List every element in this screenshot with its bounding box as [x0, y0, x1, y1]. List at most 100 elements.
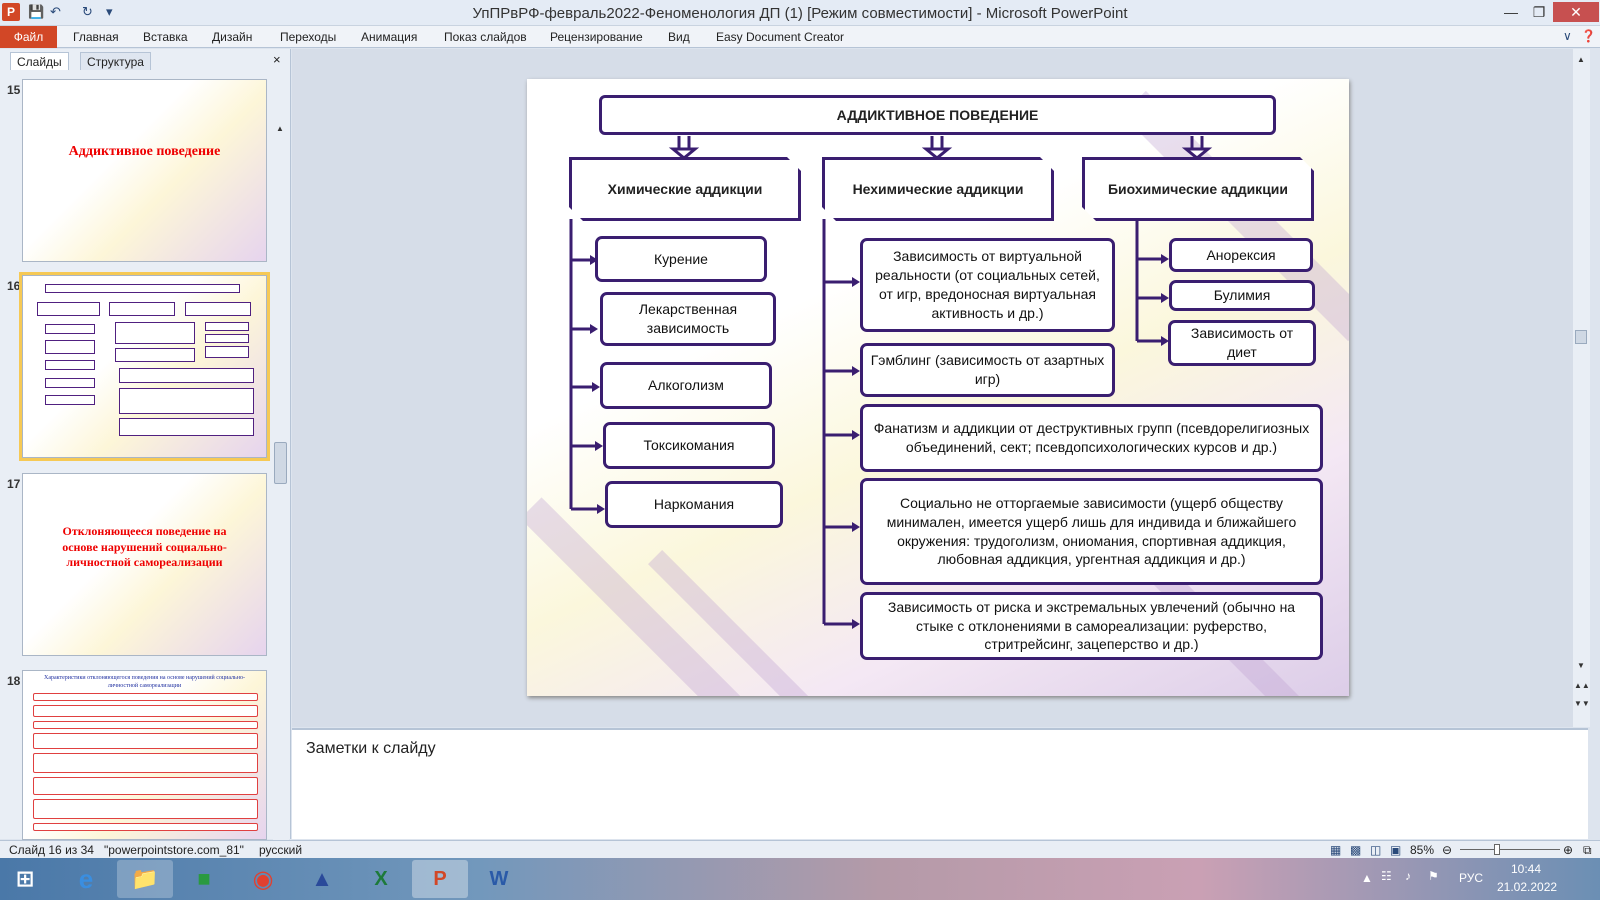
tab-slides[interactable]: Слайды [10, 52, 69, 70]
notes-pane[interactable]: Заметки к слайду [292, 728, 1588, 839]
help-icon[interactable]: ❓ [1581, 29, 1596, 43]
zoom-in-icon[interactable]: ⊕ [1563, 843, 1573, 857]
network-icon[interactable]: ☷ [1381, 869, 1392, 883]
normal-view-icon[interactable]: ▦ [1330, 843, 1341, 857]
title-bar: P 💾 ↶ ↻ ▾ УпПРвРФ-февраль2022-Феноменоло… [0, 0, 1600, 26]
mini-category [185, 302, 251, 316]
mini-box [119, 368, 254, 383]
slide-thumbnail-18[interactable]: Характеристики отклоняющегося поведения … [22, 670, 267, 840]
undo-icon[interactable]: ↶ [50, 4, 61, 20]
editor-scrollbar[interactable]: ▲ ▼ ▲▲ ▼▼ [1573, 49, 1590, 727]
slide-16[interactable]: АДДИКТИВНОЕ ПОВЕДЕНИЕ Химические аддикци… [527, 79, 1349, 696]
clock-time[interactable]: 10:44 [1511, 862, 1541, 876]
word-icon[interactable]: W [471, 860, 527, 898]
customize-qat-icon[interactable]: ▾ [106, 4, 113, 20]
mini-box [45, 324, 95, 334]
mini-box [45, 378, 95, 388]
powerpoint-icon[interactable]: P [412, 860, 468, 898]
tab-transitions[interactable]: Переходы [280, 30, 336, 44]
mini-box [33, 799, 258, 819]
window-title: УпПРвРФ-февраль2022-Феноменология ДП (1)… [472, 5, 1128, 22]
slides-scrollbar[interactable]: ▲ ▼ [273, 124, 289, 884]
previous-slide-icon[interactable]: ▲▲ [1574, 681, 1590, 690]
mini-box [33, 705, 258, 717]
mini-box [205, 346, 249, 358]
show-hidden-icons-icon[interactable]: ▲ [1361, 871, 1373, 885]
mini-box [205, 334, 249, 343]
theme-name[interactable]: "powerpointstore.com_81" [104, 843, 244, 857]
item-narcomania: Наркомания [605, 481, 783, 528]
flag-icon[interactable]: ⚑ [1428, 869, 1439, 883]
tab-design[interactable]: Дизайн [212, 30, 252, 44]
slideshow-icon[interactable]: ▣ [1390, 843, 1401, 857]
diagram-header: АДДИКТИВНОЕ ПОВЕДЕНИЕ [599, 95, 1276, 135]
slide-counter: Слайд 16 из 34 [9, 843, 94, 857]
clock-date[interactable]: 21.02.2022 [1497, 880, 1557, 894]
start-button[interactable]: ⊞ [0, 860, 50, 898]
powerpoint-app-icon[interactable]: P [2, 3, 20, 21]
app-icon[interactable]: ▲ [294, 860, 350, 898]
scrollbar-thumb[interactable] [1575, 330, 1587, 344]
chrome-icon[interactable]: ◉ [235, 860, 291, 898]
item-risk-dependence: Зависимость от риска и экстремальных увл… [860, 592, 1323, 660]
item-gambling: Гэмблинг (зависимость от азартных игр) [860, 343, 1115, 397]
item-smoking: Курение [595, 236, 767, 282]
tab-file[interactable]: Файл [0, 26, 57, 48]
item-toxicomania: Токсикомания [603, 422, 775, 469]
item-fanaticism: Фанатизм и аддикции от деструктивных гру… [860, 404, 1323, 472]
slide-thumbnail-16[interactable] [19, 272, 270, 461]
fit-to-window-icon[interactable]: ⧉ [1583, 843, 1592, 858]
item-virtual-reality-dependence: Зависимость от виртуальной реальности (о… [860, 238, 1115, 332]
zoom-out-icon[interactable]: ⊖ [1442, 843, 1452, 857]
save-icon[interactable]: 💾 [28, 4, 44, 20]
tab-animations[interactable]: Анимация [361, 30, 417, 44]
slide-number: 18 [7, 674, 21, 688]
thumbnail-title: Характеристики отклоняющегося поведения … [44, 675, 245, 689]
mini-category [37, 302, 100, 316]
restore-icon[interactable]: ❐ [1525, 2, 1553, 22]
next-slide-icon[interactable]: ▼▼ [1574, 699, 1590, 708]
tab-review[interactable]: Рецензирование [550, 30, 643, 44]
close-icon[interactable]: ✕ [1553, 2, 1599, 22]
minimize-icon[interactable]: — [1497, 2, 1525, 22]
tab-home[interactable]: Главная [73, 30, 119, 44]
mini-box [33, 721, 258, 729]
zoom-slider-thumb[interactable] [1494, 844, 1500, 855]
zoom-slider[interactable] [1460, 849, 1560, 850]
notes-placeholder[interactable]: Заметки к слайду [306, 740, 436, 758]
scroll-up-icon[interactable]: ▲ [273, 124, 287, 133]
tab-view[interactable]: Вид [668, 30, 690, 44]
explorer-icon[interactable]: 📁 [117, 860, 173, 898]
mini-box [119, 388, 254, 414]
reading-view-icon[interactable]: ◫ [1370, 843, 1381, 857]
excel-icon[interactable]: X [353, 860, 409, 898]
tab-easy-document-creator[interactable]: Easy Document Creator [716, 30, 844, 44]
zoom-level[interactable]: 85% [1410, 843, 1434, 857]
volume-icon[interactable]: ♪ [1405, 869, 1411, 883]
tab-outline[interactable]: Структура [80, 52, 151, 70]
scroll-up-icon[interactable]: ▲ [1574, 55, 1588, 64]
category-biochemical: Биохимические аддикции [1082, 157, 1314, 221]
store-icon[interactable]: ■ [176, 860, 232, 898]
tab-insert[interactable]: Вставка [143, 30, 188, 44]
keyboard-language[interactable]: РУС [1459, 871, 1483, 885]
thumbnail-title: Отклоняющееся поведение на основе наруше… [62, 524, 227, 570]
scroll-down-icon[interactable]: ▼ [1574, 661, 1588, 670]
pane-close-icon[interactable]: × [273, 52, 281, 67]
mini-box [33, 823, 258, 831]
taskbar: ⊞ e 📁 ■ ◉ ▲ X P W ▲ ☷ ♪ ⚑ РУС 10:44 21.0… [0, 858, 1600, 900]
item-drug-dependence: Лекарственная зависимость [600, 292, 776, 346]
scrollbar-thumb[interactable] [274, 442, 287, 484]
redo-icon[interactable]: ↻ [82, 4, 93, 20]
minimize-ribbon-icon[interactable]: ∨ [1563, 29, 1572, 43]
slide-thumbnail-15[interactable]: Аддиктивное поведение [22, 79, 267, 262]
slide-number: 15 [7, 83, 21, 97]
slide-number: 17 [7, 477, 21, 491]
language-indicator[interactable]: русский [259, 843, 302, 857]
mini-box [119, 418, 254, 436]
slide-thumbnail-17[interactable]: Отклоняющееся поведение на основе наруше… [22, 473, 267, 656]
tab-slideshow[interactable]: Показ слайдов [444, 30, 527, 44]
ie-icon[interactable]: e [58, 860, 114, 898]
slide-sorter-icon[interactable]: ▩ [1350, 843, 1361, 857]
category-chemical: Химические аддикции [569, 157, 801, 221]
